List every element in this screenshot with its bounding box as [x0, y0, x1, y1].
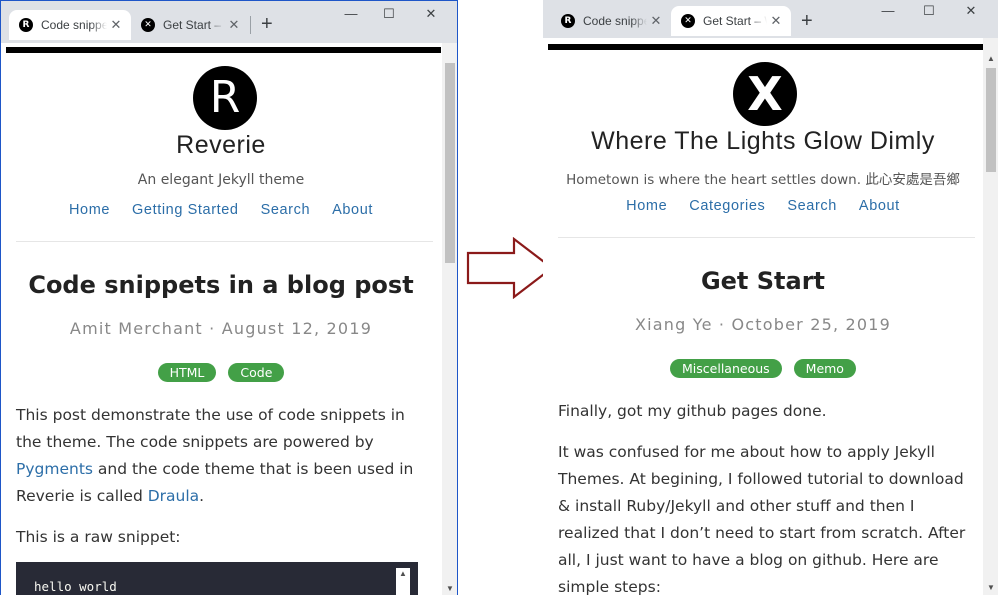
post-paragraph-raw: This is a raw snippet: [16, 528, 181, 546]
page-scrollbar[interactable]: ▼ [442, 43, 457, 595]
tag-memo[interactable]: Memo [793, 359, 856, 378]
x-favicon-icon: ✕ [681, 14, 695, 28]
minimize-icon[interactable]: — [878, 3, 898, 18]
reverie-favicon-icon: R [19, 18, 33, 32]
tab-title: Code snippets in a blog post [41, 18, 107, 32]
scroll-down-icon[interactable]: ▼ [442, 582, 457, 595]
nav-search[interactable]: Search [787, 198, 837, 214]
new-tab-button[interactable]: + [261, 14, 273, 34]
left-browser-window: R Code snippets in a blog post ✕ ✕ Get S… [0, 0, 458, 595]
post-tags: Miscellaneous Memo [543, 359, 983, 378]
minimize-icon[interactable]: — [341, 6, 361, 21]
divider [558, 237, 975, 238]
code-text: hello world [34, 579, 117, 594]
site-description: Hometown is where the heart settles down… [566, 172, 960, 188]
site-description: An elegant Jekyll theme [137, 172, 305, 188]
scroll-up-icon[interactable]: ▲ [983, 52, 998, 66]
site-nav: Home Getting Started Search About [1, 202, 441, 218]
tab-divider [250, 16, 251, 34]
reverie-favicon-icon: R [561, 14, 575, 28]
scroll-thumb[interactable] [986, 68, 996, 172]
new-tab-button[interactable]: + [801, 11, 813, 31]
draula-link[interactable]: Draula [148, 487, 199, 505]
page-top-bar [6, 47, 441, 53]
page-viewport: R Reverie An elegant Jekyll theme Home G… [1, 43, 441, 595]
tag-miscellaneous[interactable]: Miscellaneous [670, 359, 782, 378]
site-logo[interactable]: R [193, 66, 257, 130]
close-tab-icon[interactable]: ✕ [225, 17, 243, 33]
tab-title: Get Start – Where The Lights Glow Dimly [163, 18, 225, 32]
nav-home[interactable]: Home [626, 198, 667, 214]
tab-code-snippets[interactable]: R Code snippets in a blog post ✕ [9, 10, 131, 40]
right-browser-window: R Code snippets in a blog post ✕ ✕ Get S… [543, 0, 998, 595]
code-block[interactable]: hello world ▲ [16, 562, 418, 595]
tab-strip: R Code snippets in a blog post ✕ ✕ Get S… [1, 1, 457, 43]
page-scrollbar[interactable]: ▲ ▼ [983, 38, 998, 595]
maximize-icon[interactable]: ☐ [379, 6, 399, 22]
tab-get-start[interactable]: ✕ Get Start – Where The Lights Glow Diml… [131, 10, 249, 40]
nav-home[interactable]: Home [69, 202, 110, 218]
scroll-up-icon[interactable]: ▲ [396, 568, 410, 580]
close-tab-icon[interactable]: ✕ [767, 13, 785, 29]
nav-search[interactable]: Search [261, 202, 311, 218]
nav-getting-started[interactable]: Getting Started [132, 202, 239, 218]
scroll-down-icon[interactable]: ▼ [983, 581, 998, 595]
scroll-thumb[interactable] [445, 63, 455, 263]
close-tab-icon[interactable]: ✕ [647, 13, 665, 29]
tab-code-snippets[interactable]: R Code snippets in a blog post ✕ [551, 6, 671, 36]
pygments-link[interactable]: Pygments [16, 460, 93, 478]
paragraph-text: This post demonstrate the use of code sn… [16, 406, 405, 451]
page-viewport: X Where The Lights Glow Dimly Hometown i… [543, 38, 983, 595]
x-favicon-icon: ✕ [141, 18, 155, 32]
post-title: Code snippets in a blog post [28, 271, 414, 299]
site-title[interactable]: Where The Lights Glow Dimly [543, 127, 983, 156]
close-window-icon[interactable]: ✕ [421, 6, 441, 22]
site-title[interactable]: Reverie [1, 131, 441, 160]
post-paragraph-steps: It was confused for me about how to appl… [558, 443, 966, 595]
close-window-icon[interactable]: ✕ [961, 3, 981, 19]
maximize-icon[interactable]: ☐ [919, 3, 939, 19]
post-paragraph-intro: Finally, got my github pages done. [558, 402, 827, 420]
nav-categories[interactable]: Categories [689, 198, 765, 214]
divider [16, 241, 433, 242]
tab-get-start[interactable]: ✕ Get Start – Where The Lights Glow Diml… [671, 6, 791, 36]
tag-html[interactable]: HTML [157, 363, 217, 382]
page-top-bar [548, 44, 983, 50]
tab-title: Code snippets in a blog post [583, 14, 647, 28]
post-tags: HTML Code [1, 363, 441, 382]
post-meta: Amit Merchant · August 12, 2019 [69, 319, 373, 338]
paragraph-text: . [199, 487, 205, 505]
tab-strip: R Code snippets in a blog post ✕ ✕ Get S… [543, 0, 998, 38]
post-title: Get Start [700, 267, 826, 295]
close-tab-icon[interactable]: ✕ [107, 17, 125, 33]
post-meta: Xiang Ye · October 25, 2019 [634, 315, 892, 334]
code-scrollbar[interactable]: ▲ [396, 568, 410, 595]
nav-about[interactable]: About [859, 198, 900, 214]
tag-code[interactable]: Code [228, 363, 285, 382]
site-nav: Home Categories Search About [543, 198, 983, 214]
tab-title: Get Start – Where The Lights Glow Dimly [703, 14, 767, 28]
nav-about[interactable]: About [332, 202, 373, 218]
site-logo[interactable]: X [733, 62, 797, 126]
post-paragraph-intro: This post demonstrate the use of code sn… [16, 402, 426, 510]
